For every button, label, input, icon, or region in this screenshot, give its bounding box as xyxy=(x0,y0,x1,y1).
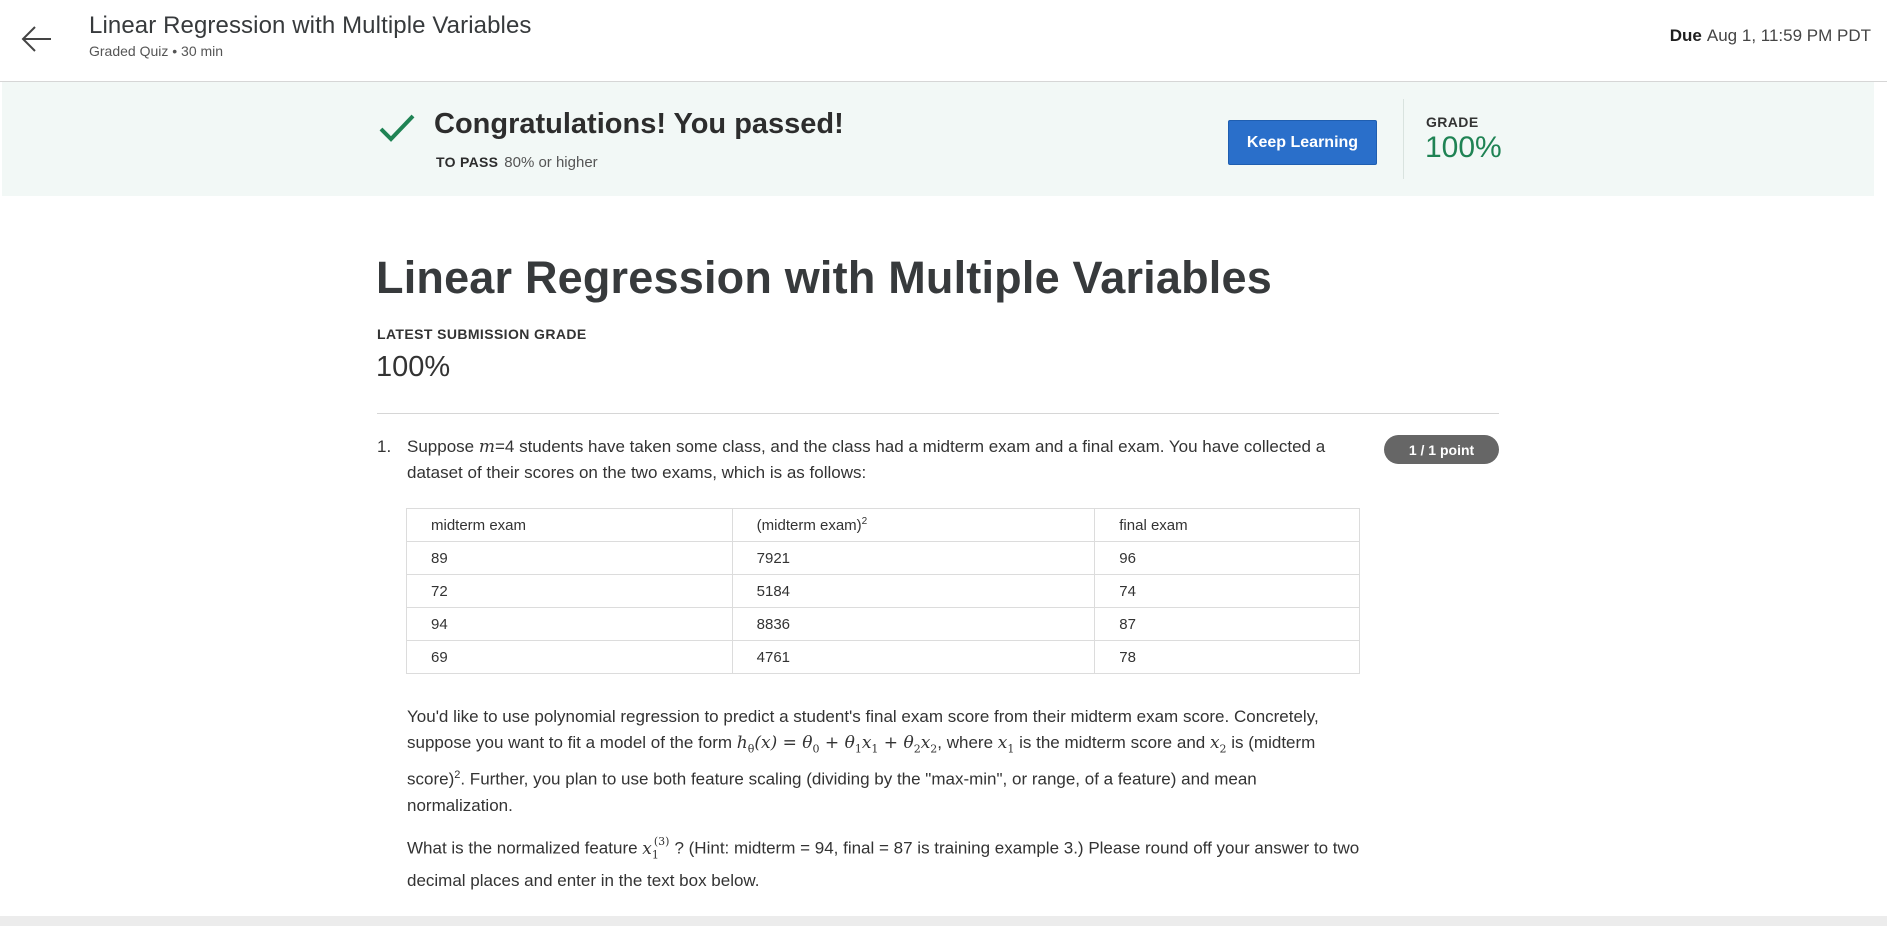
latest-grade-value: 100% xyxy=(376,351,451,383)
scores-table: midterm exam (midterm exam)2 final exam … xyxy=(406,508,1360,674)
table-cell: 87 xyxy=(1094,607,1360,641)
to-pass-value: 80% or higher xyxy=(504,154,598,171)
question-intro: Suppose m=4 students have taken some cla… xyxy=(407,434,1367,486)
table-cell: 74 xyxy=(1094,574,1360,608)
question-paragraph-2: What is the normalized feature x1(3)? (H… xyxy=(407,831,1367,894)
back-button[interactable] xyxy=(18,20,56,58)
para2-text-a: What is the normalized feature xyxy=(407,838,643,858)
para1-text-e: . Further, you plan to use both feature … xyxy=(407,770,1257,816)
banner-divider xyxy=(1403,99,1404,179)
pass-message: Congratulations! You passed! xyxy=(434,108,844,140)
grade-label: GRADE xyxy=(1426,114,1479,130)
top-bar: Linear Regression with Multiple Variable… xyxy=(0,0,1887,82)
table-cell: 5184 xyxy=(731,574,1096,608)
table-row: 72 5184 74 xyxy=(406,574,1360,608)
intro-text-a: Suppose xyxy=(407,437,479,456)
due-date: Due Aug 1, 11:59 PM PDT xyxy=(1670,26,1871,46)
intro-text-b: =4 students have taken some class, and t… xyxy=(407,437,1326,482)
grade-value: 100% xyxy=(1425,131,1502,164)
question-paragraph-1: You'd like to use polynomial regression … xyxy=(407,704,1367,819)
model-formula: hθ(x) = θ0 + θ1x1 + θ2x2 xyxy=(736,733,938,756)
table-header: (midterm exam)2 xyxy=(731,508,1096,542)
quiz-subtitle: Graded Quiz • 30 min xyxy=(89,43,224,59)
table-cell: 69 xyxy=(406,640,733,674)
table-row: 94 8836 87 xyxy=(406,607,1360,641)
header-text: (midterm exam) xyxy=(756,517,862,534)
table-header-row: midterm exam (midterm exam)2 final exam xyxy=(406,508,1360,542)
arrow-left-icon xyxy=(21,26,51,52)
page-title: Linear Regression with Multiple Variable… xyxy=(376,252,1272,303)
checkmark-icon xyxy=(379,114,415,142)
horizontal-scrollbar[interactable] xyxy=(0,916,1887,926)
header-sup: 2 xyxy=(861,516,868,527)
para1-text-b: , where xyxy=(937,733,998,752)
to-pass-label: TO PASS xyxy=(436,154,499,170)
var-x1: x1 xyxy=(997,733,1015,756)
table-cell: 89 xyxy=(406,541,733,575)
table-cell: 7921 xyxy=(731,541,1096,575)
due-label: Due xyxy=(1669,26,1702,45)
table-cell: 72 xyxy=(406,574,733,608)
quiz-title: Linear Regression with Multiple Variable… xyxy=(89,12,532,39)
divider xyxy=(377,413,1499,414)
table-cell: 4761 xyxy=(731,640,1096,674)
intro-var-m: m xyxy=(478,437,495,457)
para1-text-c: is the midterm score and xyxy=(1014,733,1210,752)
table-cell: 96 xyxy=(1094,541,1360,575)
question-number: 1. xyxy=(377,437,392,456)
points-badge: 1 / 1 point xyxy=(1384,435,1499,464)
var-x2: x2 xyxy=(1209,733,1227,756)
table-header: midterm exam xyxy=(406,508,733,542)
pass-banner xyxy=(2,82,1874,196)
table-row: 89 7921 96 xyxy=(406,541,1360,575)
due-value: Aug 1, 11:59 PM PDT xyxy=(1706,26,1871,45)
latest-grade-label: LATEST SUBMISSION GRADE xyxy=(377,326,587,342)
table-row: 69 4761 78 xyxy=(406,640,1360,674)
feature-x1-3: x1(3) xyxy=(642,835,670,862)
table-header: final exam xyxy=(1094,508,1360,542)
table-cell: 78 xyxy=(1094,640,1360,674)
table-cell: 8836 xyxy=(731,607,1096,641)
keep-learning-button[interactable]: Keep Learning xyxy=(1228,120,1377,165)
to-pass: TO PASS 80% or higher xyxy=(436,154,598,171)
table-cell: 94 xyxy=(406,607,733,641)
